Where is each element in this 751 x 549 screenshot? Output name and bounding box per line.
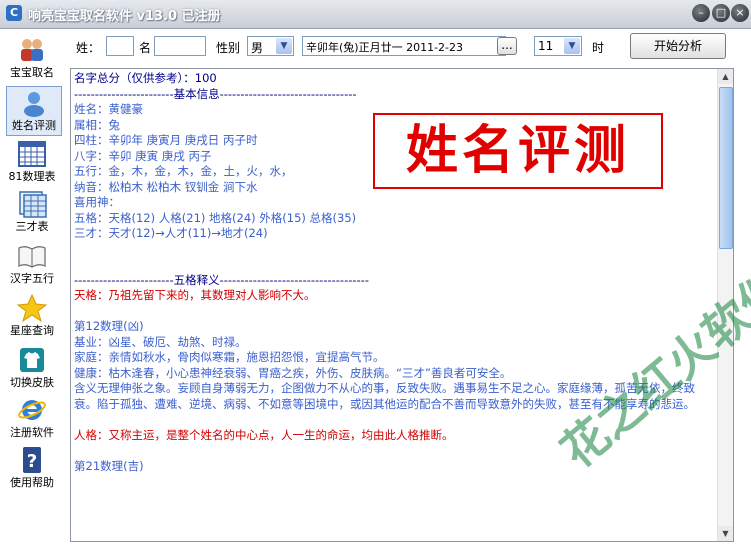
sidebar-item-switch-skin[interactable]: 切换皮肤 <box>2 344 62 392</box>
gender-select[interactable]: 男 ▼ <box>247 36 294 56</box>
info-xiyong: 喜用神： <box>74 195 120 209</box>
result-panel[interactable]: 名字总分（仅供参考）：100 ------------------------基… <box>70 68 734 542</box>
name-evaluation-stamp: 姓名评测 <box>373 113 663 189</box>
hour-label: 时 <box>592 41 605 55</box>
chevron-down-icon[interactable]: ▼ <box>564 38 580 54</box>
hour-select[interactable]: 11 ▼ <box>534 36 582 56</box>
sidebar-item-hanzi-wuxing[interactable]: 汉字五行 <box>2 240 62 288</box>
close-icon[interactable]: × <box>731 4 749 22</box>
birth-date-field[interactable]: 辛卯年(兔)正月廿一 2011-2-23 <box>302 36 506 56</box>
maximize-icon[interactable]: □ <box>712 4 730 22</box>
people-icon <box>21 39 43 61</box>
svg-text:?: ? <box>27 451 37 472</box>
info-sancai: 三才：天才(12)→人才(11)→地才(24) <box>74 226 268 240</box>
section-header-basic: ------------------------基本信息------------… <box>74 86 357 101</box>
total-score: 名字总分（仅供参考）：100 <box>74 71 217 85</box>
num12-basic: 基业：凶星、破厄、劫煞、时禄。 <box>74 334 247 349</box>
ie-icon <box>18 400 46 420</box>
sidebar-item-register[interactable]: 注册软件 <box>2 394 62 442</box>
num21-title: 第21数理(吉) <box>74 458 144 473</box>
sidebar-item-help[interactable]: ? 使用帮助 <box>2 444 62 492</box>
minimize-icon[interactable]: – <box>692 4 710 22</box>
app-icon: C <box>6 5 22 21</box>
surname-input[interactable] <box>106 36 134 56</box>
info-wuge: 五格：天格(12) 人格(21) 地格(24) 外格(15) 总格(35) <box>74 210 357 225</box>
date-picker-button[interactable]: ... <box>497 37 517 55</box>
sidebar-item-zodiac-query[interactable]: 星座查询 <box>2 292 62 340</box>
window-title: 响亮宝宝取名软件 v13.0 已注册 <box>28 9 221 24</box>
help-icon: ? <box>23 447 41 473</box>
section-header-wuge: ------------------------五格释义------------… <box>74 272 369 287</box>
chevron-down-icon[interactable]: ▼ <box>276 38 292 54</box>
star-icon <box>17 294 47 322</box>
scroll-down-icon[interactable]: ▼ <box>718 526 733 541</box>
scroll-thumb[interactable] <box>719 87 733 249</box>
given-name-label: 名 <box>139 41 152 55</box>
sidebar: 宝宝取名 姓名评测 81数理表 三才表 汉字五行 星座查询 切换皮肤 注册软件 … <box>0 30 64 549</box>
start-analysis-button[interactable]: 开始分析 <box>630 33 726 59</box>
sidebar-item-sancai-table[interactable]: 三才表 <box>2 188 62 236</box>
sidebar-item-baby-naming[interactable]: 宝宝取名 <box>2 34 62 82</box>
scroll-up-icon[interactable]: ▲ <box>718 69 733 84</box>
user-icon <box>24 92 44 117</box>
given-name-input[interactable] <box>154 36 206 56</box>
num12-title: 第12数理(凶) <box>74 319 144 333</box>
tiange-title: 天格：乃祖先留下来的，其数理对人影响不大。 <box>74 288 316 302</box>
calendar-grid-icon <box>18 141 46 167</box>
surname-label: 姓： <box>76 41 101 55</box>
title-bar: C 响亮宝宝取名软件 v13.0 已注册 – □ × <box>0 0 751 29</box>
book-icon <box>18 246 46 268</box>
shirt-icon <box>20 348 44 372</box>
input-toolbar: 姓： 名 性别 男 ▼ 辛卯年(兔)正月廿一 2011-2-23 ... 11 … <box>64 30 751 64</box>
sidebar-item-81-table[interactable]: 81数理表 <box>2 138 62 186</box>
main-window: C 响亮宝宝取名软件 v13.0 已注册 – □ × 宝宝取名 姓名评测 81数… <box>0 0 751 549</box>
sidebar-item-name-evaluation[interactable]: 姓名评测 <box>6 86 62 136</box>
gender-label: 性别 <box>216 41 241 55</box>
table-icon <box>19 191 47 218</box>
